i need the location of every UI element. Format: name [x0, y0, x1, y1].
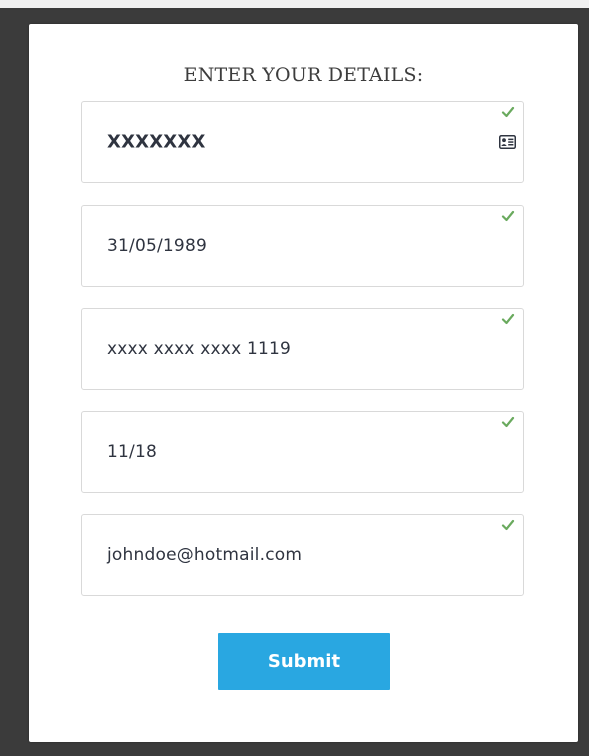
date-of-birth-field[interactable]: 31/05/1989 — [81, 205, 524, 287]
name-field[interactable]: XXXXXXX — [81, 101, 524, 183]
name-field-value: XXXXXXX — [107, 131, 206, 153]
form-title: ENTER YOUR DETAILS: — [183, 64, 424, 86]
submit-button[interactable]: Submit — [218, 633, 390, 690]
details-form-card: ENTER YOUR DETAILS: XXXXXXX 31/05/1989 x… — [29, 24, 578, 742]
checkmark-icon — [501, 313, 515, 325]
email-field[interactable]: johndoe@hotmail.com — [81, 514, 524, 596]
card-number-value: xxxx xxxx xxxx 1119 — [107, 339, 292, 359]
expiry-date-value: 11/18 — [107, 442, 157, 462]
checkmark-icon — [501, 416, 515, 428]
email-value: johndoe@hotmail.com — [107, 545, 303, 565]
card-number-field[interactable]: xxxx xxxx xxxx 1119 — [81, 308, 524, 390]
id-card-icon — [499, 135, 516, 149]
expiry-date-field[interactable]: 11/18 — [81, 411, 524, 493]
checkmark-icon — [501, 210, 515, 222]
checkmark-icon — [501, 106, 515, 118]
checkmark-icon — [501, 519, 515, 531]
date-of-birth-value: 31/05/1989 — [107, 236, 207, 256]
